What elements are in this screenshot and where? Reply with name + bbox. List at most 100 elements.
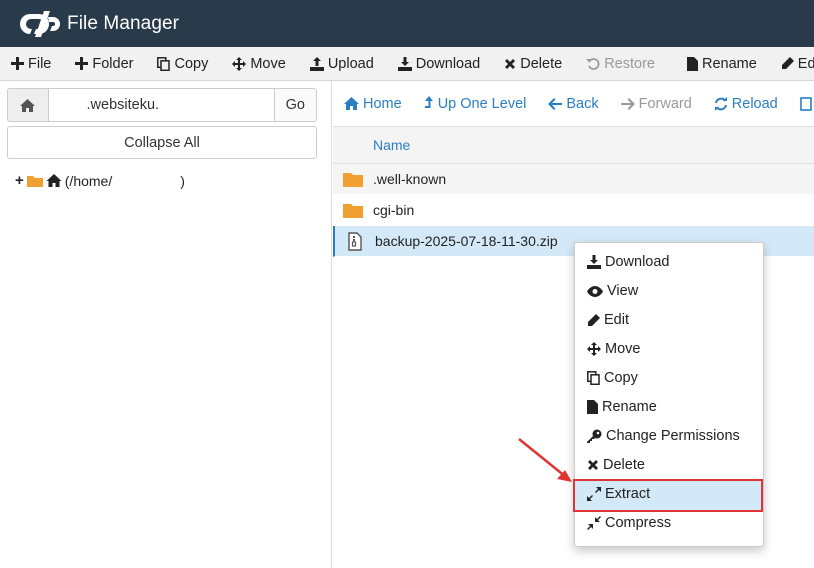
file-name: .well-known — [373, 171, 447, 187]
download-button[interactable]: Download — [387, 47, 494, 80]
file-name: cgi-bin — [373, 202, 415, 218]
tree-root-label: (/home/ — [64, 172, 113, 189]
key-icon — [587, 429, 602, 443]
context-change-permissions-item[interactable]: Change Permissions — [587, 425, 740, 447]
edit-label: Edit — [797, 55, 814, 72]
rename-button[interactable]: Rename — [676, 47, 770, 80]
up-one-level-button[interactable]: Up One Level — [413, 96, 538, 112]
context-download-label: Download — [605, 254, 670, 270]
context-copy-item[interactable]: Copy — [587, 367, 638, 389]
new-folder-button[interactable]: Folder — [64, 47, 146, 80]
context-download-item[interactable]: Download — [587, 251, 670, 273]
download-icon — [397, 56, 412, 71]
navigation-bar: Home Up One Level Back Forward Reload — [333, 81, 814, 127]
move-label: Move — [250, 55, 286, 72]
upload-label: Upload — [327, 55, 374, 72]
path-input[interactable] — [48, 89, 274, 121]
home-label: Home — [363, 95, 402, 112]
context-view-label: View — [607, 283, 639, 299]
file-name: backup-2025-07-18-11-30.zip — [375, 233, 558, 249]
reload-icon — [714, 96, 727, 111]
delete-label: Delete — [520, 55, 563, 72]
table-row[interactable]: .well-known — [333, 164, 814, 195]
close-icon — [505, 58, 516, 69]
edit-button[interactable]: Edit — [770, 47, 814, 80]
forward-button[interactable]: Forward — [610, 96, 703, 112]
plus-icon — [75, 57, 89, 70]
directory-panel: Go Collapse All + (/home/ ) — [0, 81, 332, 568]
app-title: File Manager — [67, 12, 180, 34]
delete-button[interactable]: Delete — [493, 47, 575, 80]
context-rename-label: Rename — [602, 399, 657, 415]
folder-icon — [26, 175, 43, 187]
file-table: Name .well-known cgi-bin backup-2025-07-… — [333, 127, 814, 257]
home-icon — [46, 174, 62, 187]
context-compress-label: Compress — [605, 515, 672, 531]
context-rename-item[interactable]: Rename — [587, 396, 657, 418]
cpanel-logo-icon — [17, 9, 61, 39]
context-move-item[interactable]: Move — [587, 338, 640, 360]
select-all-button[interactable] — [789, 96, 814, 111]
main-toolbar: File Folder Copy Move Upload Download De… — [0, 47, 814, 81]
pencil-icon — [588, 313, 600, 326]
zip-file-icon — [348, 231, 362, 251]
tree-root[interactable]: + (/home/ ) — [15, 172, 185, 189]
forward-label: Forward — [638, 95, 692, 112]
context-view-item[interactable]: View — [587, 280, 638, 302]
reload-label: Reload — [731, 95, 778, 112]
table-row[interactable]: cgi-bin — [333, 195, 814, 226]
context-edit-item[interactable]: Edit — [587, 309, 629, 331]
restore-label: Restore — [604, 55, 655, 72]
folder-icon — [343, 203, 363, 218]
context-move-label: Move — [605, 341, 641, 357]
download-icon — [587, 255, 601, 269]
app-header: File Manager — [0, 0, 814, 47]
path-home-button[interactable] — [8, 89, 49, 121]
home-icon — [20, 98, 36, 112]
move-icon — [232, 56, 247, 71]
copy-icon — [587, 371, 600, 385]
new-folder-label: Folder — [92, 55, 134, 72]
context-delete-label: Delete — [603, 457, 645, 473]
annotation-arrow-icon — [518, 438, 572, 482]
move-button[interactable]: Move — [221, 47, 298, 80]
copy-label: Copy — [174, 55, 209, 72]
expand-icon — [587, 487, 601, 501]
copy-button[interactable]: Copy — [146, 47, 221, 80]
new-file-button[interactable]: File — [0, 47, 64, 80]
new-file-label: File — [28, 55, 52, 72]
upload-button[interactable]: Upload — [299, 47, 387, 80]
tree-root-suffix: ) — [180, 172, 185, 189]
arrow-right-icon — [620, 97, 635, 110]
back-button[interactable]: Back — [537, 96, 609, 112]
folder-icon — [343, 172, 363, 187]
undo-icon — [586, 57, 600, 70]
collapse-all-button[interactable]: Collapse All — [7, 126, 317, 159]
copy-icon — [157, 56, 171, 71]
reload-button[interactable]: Reload — [703, 96, 789, 112]
pencil-icon — [781, 57, 794, 69]
plus-icon — [11, 57, 24, 70]
context-extract-item[interactable]: Extract — [587, 483, 650, 505]
move-icon — [587, 342, 601, 356]
upload-icon — [309, 56, 324, 71]
context-extract-label: Extract — [605, 486, 651, 502]
file-icon — [587, 400, 598, 414]
path-bar: Go — [7, 88, 317, 122]
go-button[interactable]: Go — [273, 89, 316, 121]
home-button[interactable]: Home — [333, 96, 413, 112]
context-change-permissions-label: Change Permissions — [606, 428, 740, 444]
arrow-left-icon — [548, 97, 563, 110]
back-label: Back — [566, 95, 599, 112]
checkbox-icon — [799, 96, 812, 111]
restore-button[interactable]: Restore — [575, 47, 668, 80]
context-compress-item[interactable]: Compress — [587, 512, 671, 534]
eye-icon — [587, 285, 603, 297]
expand-icon[interactable]: + — [15, 172, 24, 189]
name-column-header[interactable]: Name — [373, 137, 410, 153]
context-delete-item[interactable]: Delete — [587, 454, 645, 476]
table-header: Name — [333, 127, 814, 164]
context-edit-label: Edit — [604, 312, 629, 328]
close-icon — [588, 460, 598, 470]
level-up-icon — [424, 96, 433, 108]
